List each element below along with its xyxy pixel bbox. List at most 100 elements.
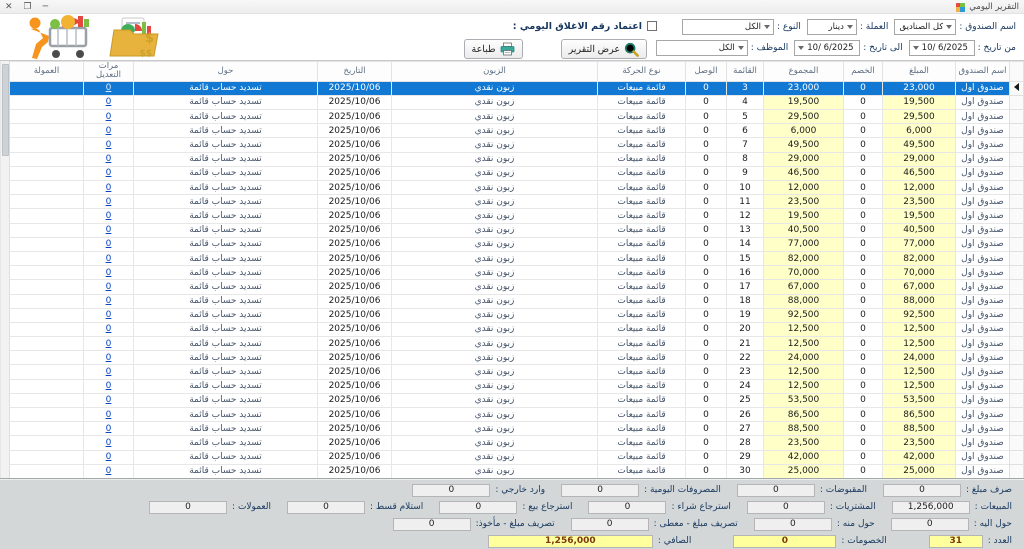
column-header[interactable]: المجموع [764, 62, 844, 82]
commission-cell[interactable] [10, 294, 84, 308]
total-cell[interactable]: 12,500 [764, 322, 844, 336]
list-no-cell[interactable]: 30 [727, 464, 764, 478]
commission-cell[interactable] [10, 209, 84, 223]
list-no-cell[interactable]: 14 [727, 237, 764, 251]
total-cell[interactable]: 49,500 [764, 138, 844, 152]
edit-count-link[interactable]: 0 [84, 266, 134, 280]
row-indicator[interactable] [1010, 365, 1024, 379]
print-button[interactable]: طباعة [464, 39, 523, 59]
receipt-cell[interactable]: 0 [686, 195, 727, 209]
list-no-cell[interactable]: 20 [727, 322, 764, 336]
customer-cell[interactable]: زبون نقدي [392, 166, 598, 180]
movement-type-cell[interactable]: قائمة مبيعات [598, 351, 686, 365]
amount-cell[interactable]: 88,500 [883, 422, 956, 436]
table-row[interactable]: صندوق اول24,000024,000220قائمة مبيعاتزبو… [10, 351, 1024, 365]
amount-cell[interactable]: 19,500 [883, 209, 956, 223]
fund-name-cell[interactable]: صندوق اول [956, 195, 1010, 209]
about-cell[interactable]: تسديد حساب قائمة [134, 110, 318, 124]
movement-type-cell[interactable]: قائمة مبيعات [598, 251, 686, 265]
currency-filter-select[interactable]: دينار [807, 19, 857, 35]
list-no-cell[interactable]: 24 [727, 379, 764, 393]
total-cell[interactable]: 92,500 [764, 308, 844, 322]
table-row[interactable]: صندوق اول29,500029,50050قائمة مبيعاتزبون… [10, 110, 1024, 124]
footer-field-value[interactable]: 1,256,000 [892, 501, 970, 514]
table-row[interactable]: صندوق اول19,500019,500120قائمة مبيعاتزبو… [10, 209, 1024, 223]
fund-name-cell[interactable]: صندوق اول [956, 450, 1010, 464]
fund-name-cell[interactable]: صندوق اول [956, 322, 1010, 336]
edit-count-link[interactable]: 0 [84, 124, 134, 138]
amount-cell[interactable]: 77,000 [883, 237, 956, 251]
commission-cell[interactable] [10, 166, 84, 180]
movement-type-cell[interactable]: قائمة مبيعات [598, 266, 686, 280]
discount-cell[interactable]: 0 [844, 81, 883, 95]
edit-count-link[interactable]: 0 [84, 393, 134, 407]
footer-field-value[interactable]: 31 [929, 535, 983, 548]
total-cell[interactable]: 12,500 [764, 337, 844, 351]
commission-cell[interactable] [10, 237, 84, 251]
date-cell[interactable]: 2025/10/06 [318, 308, 392, 322]
movement-type-cell[interactable]: قائمة مبيعات [598, 166, 686, 180]
discount-cell[interactable]: 0 [844, 337, 883, 351]
date-cell[interactable]: 2025/10/06 [318, 81, 392, 95]
list-no-cell[interactable]: 19 [727, 308, 764, 322]
footer-field-value[interactable]: 0 [733, 535, 836, 548]
customer-cell[interactable]: زبون نقدي [392, 294, 598, 308]
amount-cell[interactable]: 12,500 [883, 365, 956, 379]
edit-count-link[interactable]: 0 [84, 223, 134, 237]
list-no-cell[interactable]: 7 [727, 138, 764, 152]
amount-cell[interactable]: 23,500 [883, 436, 956, 450]
edit-count-link[interactable]: 0 [84, 152, 134, 166]
fund-name-cell[interactable]: صندوق اول [956, 408, 1010, 422]
commission-cell[interactable] [10, 365, 84, 379]
movement-type-cell[interactable]: قائمة مبيعات [598, 181, 686, 195]
about-cell[interactable]: تسديد حساب قائمة [134, 379, 318, 393]
date-cell[interactable]: 2025/10/06 [318, 166, 392, 180]
row-indicator[interactable] [1010, 464, 1024, 478]
edit-count-link[interactable]: 0 [84, 308, 134, 322]
discount-cell[interactable]: 0 [844, 152, 883, 166]
row-indicator[interactable] [1010, 110, 1024, 124]
total-cell[interactable]: 67,000 [764, 280, 844, 294]
fund-name-cell[interactable]: صندوق اول [956, 393, 1010, 407]
date-cell[interactable]: 2025/10/06 [318, 223, 392, 237]
movement-type-cell[interactable]: قائمة مبيعات [598, 322, 686, 336]
total-cell[interactable]: 70,000 [764, 266, 844, 280]
commission-cell[interactable] [10, 195, 84, 209]
fund-name-cell[interactable]: صندوق اول [956, 337, 1010, 351]
about-cell[interactable]: تسديد حساب قائمة [134, 195, 318, 209]
commission-cell[interactable] [10, 138, 84, 152]
table-row[interactable]: صندوق اول49,500049,50070قائمة مبيعاتزبون… [10, 138, 1024, 152]
discount-cell[interactable]: 0 [844, 379, 883, 393]
customer-cell[interactable]: زبون نقدي [392, 110, 598, 124]
discount-cell[interactable]: 0 [844, 181, 883, 195]
row-indicator[interactable] [1010, 251, 1024, 265]
discount-cell[interactable]: 0 [844, 251, 883, 265]
customer-cell[interactable]: زبون نقدي [392, 379, 598, 393]
column-header[interactable]: التاريخ [318, 62, 392, 82]
fund-name-cell[interactable]: صندوق اول [956, 379, 1010, 393]
commission-cell[interactable] [10, 280, 84, 294]
movement-type-cell[interactable]: قائمة مبيعات [598, 95, 686, 109]
date-cell[interactable]: 2025/10/06 [318, 110, 392, 124]
row-indicator[interactable] [1010, 322, 1024, 336]
about-cell[interactable]: تسديد حساب قائمة [134, 294, 318, 308]
column-header[interactable]: مرات التعديل [84, 62, 134, 82]
list-no-cell[interactable]: 3 [727, 81, 764, 95]
commission-cell[interactable] [10, 152, 84, 166]
discount-cell[interactable]: 0 [844, 266, 883, 280]
table-row[interactable]: صندوق اول12,500012,500240قائمة مبيعاتزبو… [10, 379, 1024, 393]
commission-cell[interactable] [10, 337, 84, 351]
about-cell[interactable]: تسديد حساب قائمة [134, 181, 318, 195]
total-cell[interactable]: 19,500 [764, 95, 844, 109]
receipt-cell[interactable]: 0 [686, 308, 727, 322]
edit-count-link[interactable]: 0 [84, 280, 134, 294]
row-indicator[interactable] [1010, 422, 1024, 436]
footer-field-value[interactable]: 0 [149, 501, 227, 514]
discount-cell[interactable]: 0 [844, 280, 883, 294]
table-row[interactable]: صندوق اول77,000077,000140قائمة مبيعاتزبو… [10, 237, 1024, 251]
table-row[interactable]: صندوق اول86,500086,500260قائمة مبيعاتزبو… [10, 408, 1024, 422]
customer-cell[interactable]: زبون نقدي [392, 280, 598, 294]
commission-cell[interactable] [10, 393, 84, 407]
table-row[interactable]: صندوق اول25,000025,000300قائمة مبيعاتزبو… [10, 464, 1024, 478]
customer-cell[interactable]: زبون نقدي [392, 152, 598, 166]
